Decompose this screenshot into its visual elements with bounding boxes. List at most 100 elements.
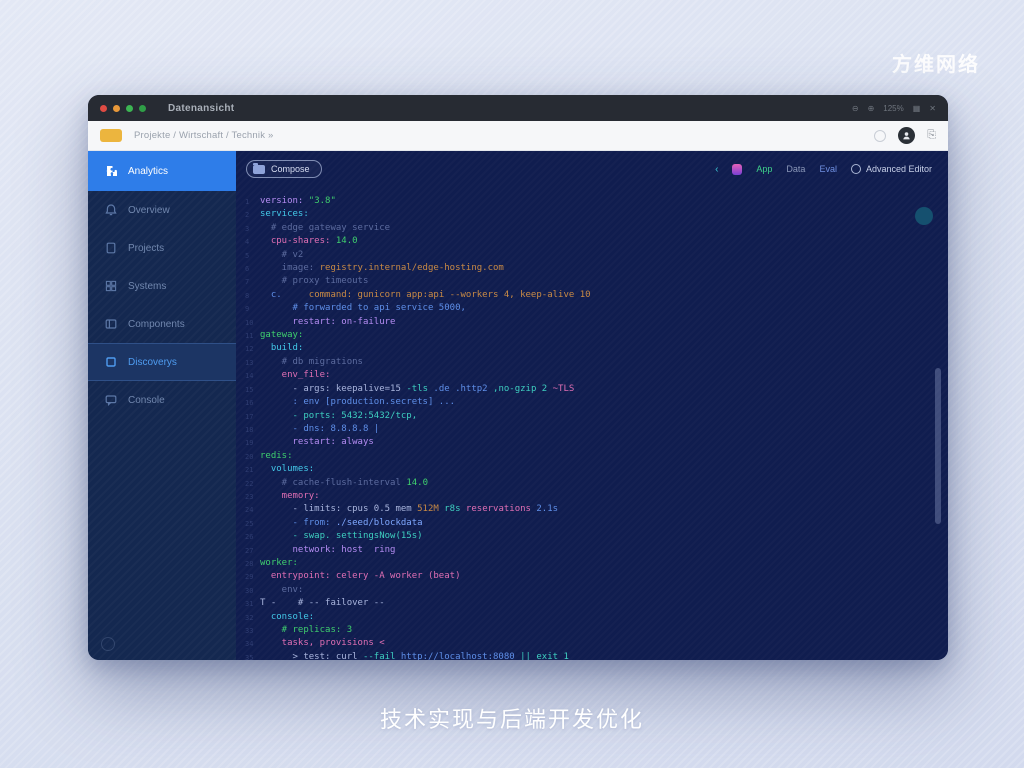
close-tab-icon[interactable]: ✕ [929, 104, 936, 113]
line-number: 34 [242, 637, 260, 650]
code-text: # proxy timeouts [260, 275, 368, 288]
editor-menu: ‹ App Data Eval Advanced Editor [715, 164, 932, 175]
line-number: 28 [242, 557, 260, 570]
code-text: # db migrations [260, 356, 363, 369]
code-line: 2services: [242, 208, 914, 221]
code-line: 33 # replicas: 3 [242, 624, 914, 637]
status-ring-icon[interactable] [874, 130, 886, 142]
bell-icon [104, 203, 118, 217]
code-text: services: [260, 208, 309, 221]
puzzle-icon [104, 164, 118, 178]
code-line: 17 - ports: 5432:5432/tcp, [242, 410, 914, 423]
code-text: tasks, provisions < [260, 637, 385, 650]
code-line: 27 network: host ring [242, 544, 914, 557]
line-number: 5 [242, 249, 260, 262]
zoom-window-icon[interactable] [126, 105, 133, 112]
editor-menu-item-data[interactable]: Data [786, 164, 805, 174]
code-line: 24 - limits: cpus 0.5 mem 512M r8s reser… [242, 503, 914, 516]
compose-button[interactable]: Compose [246, 160, 322, 178]
close-window-icon[interactable] [100, 105, 107, 112]
sidebar-item-components[interactable]: Components [88, 305, 236, 343]
sidebar-item-label: Projects [128, 243, 164, 254]
folder-icon[interactable] [100, 129, 122, 142]
line-number: 12 [242, 342, 260, 355]
code-line: 11gateway: [242, 329, 914, 342]
avatar[interactable] [898, 127, 915, 144]
titlebar-controls: ⊖ ⊕ 125% ▦ ✕ [852, 104, 936, 113]
code-line: 10 restart: on-failure [242, 316, 914, 329]
advanced-editor-button[interactable]: Advanced Editor [851, 164, 932, 174]
line-number: 20 [242, 450, 260, 463]
code-line: 30 env: [242, 584, 914, 597]
sidebar-item-projects[interactable]: Projects [88, 229, 236, 267]
line-number: 13 [242, 356, 260, 369]
code-line: 9 # forwarded to api service 5000, [242, 302, 914, 315]
code-line: 20redis: [242, 450, 914, 463]
sidebar-item-label: Console [128, 395, 165, 406]
line-number: 2 [242, 208, 260, 221]
code-text: - args: keepalive=15 -tls .de .http2 ,no… [260, 383, 574, 396]
code-line: 5 # v2 [242, 249, 914, 262]
code-text: memory: [260, 490, 320, 503]
zoom-in-icon[interactable]: ⊕ [868, 104, 875, 113]
line-number: 24 [242, 503, 260, 516]
layout-icon[interactable]: ▦ [913, 104, 921, 113]
line-number: 16 [242, 396, 260, 409]
code-text: : env [production.secrets] ... [260, 396, 455, 409]
code-line: 34 tasks, provisions < [242, 637, 914, 650]
code-text: env_file: [260, 369, 330, 382]
code-text: # cache-flush-interval 14.0 [260, 477, 428, 490]
editor-menu-item-eval[interactable]: Eval [819, 164, 837, 174]
line-number: 9 [242, 302, 260, 315]
editor-topbar: Compose ‹ App Data Eval Advanced Editor [236, 151, 948, 187]
line-number: 10 [242, 316, 260, 329]
sidebar-item-label: Overview [128, 205, 170, 216]
line-number: 14 [242, 369, 260, 382]
code-line: 8 c. command: gunicorn app:api --workers… [242, 289, 914, 302]
line-number: 25 [242, 517, 260, 530]
browser-toolbar: Projekte / Wirtschaft / Technik » ⎘ [88, 121, 948, 151]
code-line: 29 entrypoint: celery -A worker (beat) [242, 570, 914, 583]
chevron-icon[interactable]: ‹ [715, 164, 718, 175]
minimize-window-icon[interactable] [113, 105, 120, 112]
code-text: worker: [260, 557, 298, 570]
code-line: 23 memory: [242, 490, 914, 503]
bookmark-icon[interactable]: ⎘ [927, 130, 936, 141]
code-line: 12 build: [242, 342, 914, 355]
sidebar-item-overview[interactable]: Overview [88, 191, 236, 229]
line-number: 18 [242, 423, 260, 436]
code-text: network: host ring [260, 544, 395, 557]
code-line: 1version: "3.8" [242, 195, 914, 208]
code-text: entrypoint: celery -A worker (beat) [260, 570, 460, 583]
line-number: 8 [242, 289, 260, 302]
zoom-out-icon[interactable]: ⊖ [852, 104, 859, 113]
sidebar: Analytics Overview Projects SystemsComponen… [88, 151, 236, 660]
window-title: Datenansicht [168, 103, 234, 114]
fullscreen-window-icon[interactable] [139, 105, 146, 112]
code-line: 22 # cache-flush-interval 14.0 [242, 477, 914, 490]
chat-icon [104, 393, 118, 407]
code-line: 4 cpu-shares: 14.0 [242, 235, 914, 248]
line-number: 1 [242, 195, 260, 208]
code-text: restart: always [260, 436, 374, 449]
code-line: 6 image: registry.internal/edge-hosting.… [242, 262, 914, 275]
breadcrumb[interactable]: Projekte / Wirtschaft / Technik » [134, 130, 273, 141]
editor-scrollbar[interactable] [935, 368, 941, 524]
sidebar-item-discoverys[interactable]: Discoverys [88, 343, 236, 381]
sidebar-item-analytics[interactable]: Analytics [88, 151, 236, 191]
code-text: redis: [260, 450, 293, 463]
code-line: 15 - args: keepalive=15 -tls .de .http2 … [242, 383, 914, 396]
sidebar-item-console[interactable]: Console [88, 381, 236, 419]
gradient-badge-icon[interactable] [732, 164, 742, 175]
editor-menu-item-app[interactable]: App [756, 164, 772, 174]
traffic-lights [100, 105, 146, 112]
code-area[interactable]: 1version: "3.8"2services:3 # edge gatewa… [242, 195, 914, 656]
code-text: - dns: 8.8.8.8 | [260, 423, 379, 436]
code-line: 21 volumes: [242, 463, 914, 476]
app-window: Datenansicht ⊖ ⊕ 125% ▦ ✕ Projekte / Wirtsch… [88, 95, 948, 660]
grid-icon [104, 279, 118, 293]
zoom-level[interactable]: 125% [883, 104, 903, 113]
ring-icon [851, 164, 861, 174]
sidebar-item-systems[interactable]: Systems [88, 267, 236, 305]
help-circle-icon[interactable] [101, 637, 115, 651]
